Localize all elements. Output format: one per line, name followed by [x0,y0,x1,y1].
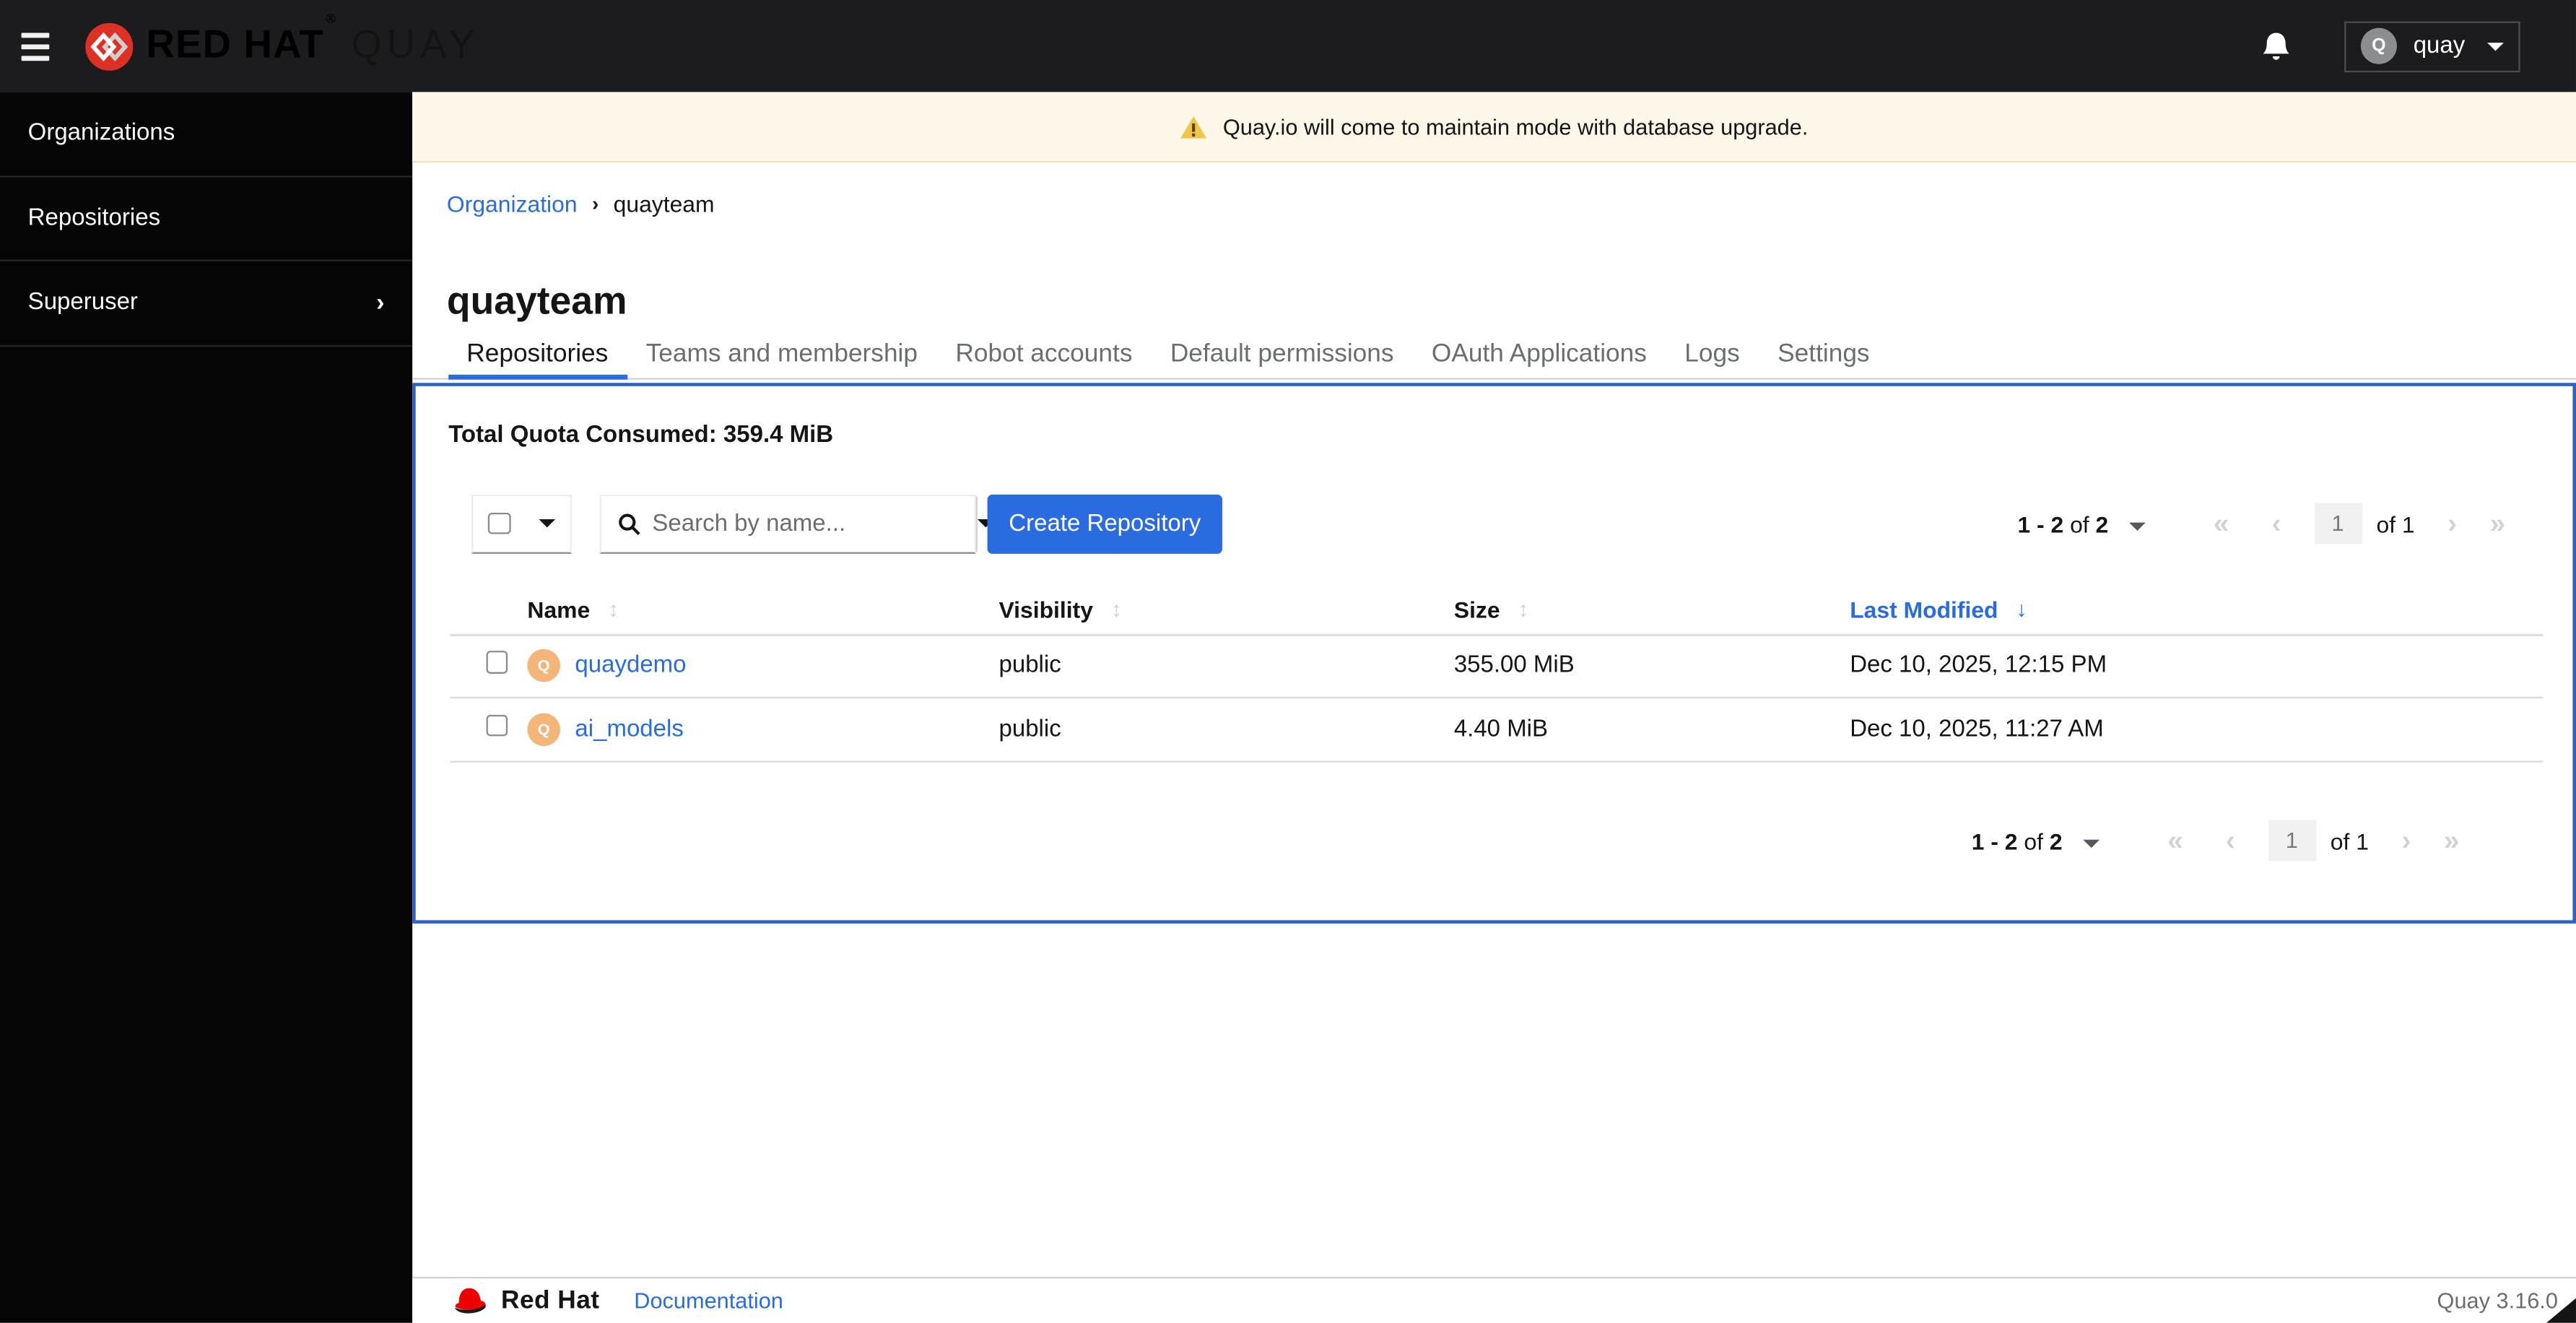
page-count: of 1 [2376,510,2415,537]
repo-visibility: public [998,653,1061,680]
chevron-down-icon [539,519,556,528]
search-input[interactable] [652,510,960,537]
repo-avatar: Q [527,649,560,683]
repo-visibility: public [998,716,1061,743]
sidebar-item-repositories[interactable]: Repositories [0,177,413,261]
sidebar: Organizations Repositories Superuser [0,92,413,1323]
previous-page-icon[interactable] [2272,509,2281,537]
chevron-down-icon [2084,838,2100,848]
breadcrumb-organization-link[interactable]: Organization [447,191,578,217]
tab-robot-accounts[interactable]: Robot accounts [936,332,1151,378]
current-page-input[interactable]: 1 [2314,503,2362,545]
footer: Red Hat Documentation Quay 3.16.0 [412,1277,2576,1323]
column-header-size[interactable]: Size [1454,596,1850,622]
sort-arrows-icon[interactable] [608,597,619,621]
previous-page-icon[interactable] [2226,827,2235,855]
table-row: Q quaydemo public 355.00 MiB Dec 10, 202… [450,635,2544,699]
breadcrumb-current: quayteam [613,190,715,217]
sort-descending-icon[interactable] [2016,597,2027,621]
next-page-icon[interactable] [2447,509,2457,537]
tab-settings[interactable]: Settings [1759,332,1889,378]
column-header-visibility[interactable]: Visibility [999,596,1454,622]
repo-last-modified: Dec 10, 2025, 11:27 AM [1850,716,2104,743]
per-page-menu-toggle[interactable] [2129,508,2146,538]
masthead-right: Q quay [2262,20,2520,71]
redhat-wordmark: Red Hat [501,1285,600,1314]
org-tabs: Repositories Teams and membership Robot … [412,332,2576,380]
current-page-input[interactable]: 1 [2268,820,2316,862]
redhat-fedora-icon [455,1288,486,1314]
sidebar-item-organizations[interactable]: Organizations [0,92,413,177]
table-row: Q ai_models public 4.40 MiB Dec 10, 2025… [450,699,2544,763]
breadcrumb-chevron-icon [592,192,599,215]
maintenance-banner: Quay.io will come to maintain mode with … [412,92,2576,163]
search-box[interactable] [601,495,976,551]
chevron-right-icon [376,290,384,315]
quota-consumed: Total Quota Consumed: 359.4 MiB [448,421,834,448]
nav-menu-toggle-icon[interactable] [21,32,51,61]
notifications-bell-icon[interactable] [2262,30,2290,61]
user-avatar: Q [2360,27,2397,64]
repositories-table: Name Visibility Size Last Modified [450,584,2544,763]
masthead: RED HAT® QUAY Q quay [0,0,2576,92]
tab-teams-and-membership[interactable]: Teams and membership [627,332,936,378]
repo-avatar: Q [527,713,560,747]
pagination-top: 1 - 2 of 2 1 of 1 [2017,494,2505,553]
page-title: quayteam [446,279,627,322]
next-page-icon[interactable] [2401,827,2411,855]
registered-mark: ® [326,11,337,27]
chevron-down-icon [2129,521,2146,530]
chevron-down-icon [2487,42,2504,51]
breadcrumb: Organization quayteam [447,191,715,217]
tab-logs[interactable]: Logs [1666,332,1759,378]
table-header-row: Name Visibility Size Last Modified [450,584,2544,636]
sort-arrows-icon[interactable] [1518,597,1529,621]
repo-size: 4.40 MiB [1453,716,1549,743]
brand-logo[interactable]: RED HAT® QUAY [85,11,480,70]
brand-redhat-text: RED HAT® [146,11,337,68]
repositories-panel: Total Quota Consumed: 359.4 MiB Create R… [412,382,2576,923]
sidebar-item-superuser[interactable]: Superuser [0,261,413,346]
row-checkbox[interactable] [485,714,508,737]
repo-link-quaydemo[interactable]: quaydemo [575,653,686,679]
user-menu[interactable]: Q quay [2344,20,2520,71]
create-repository-button[interactable]: Create Repository [987,493,1222,553]
page-count: of 1 [2330,827,2369,854]
tab-default-permissions[interactable]: Default permissions [1152,332,1413,378]
search-icon [619,513,640,534]
first-page-icon[interactable] [2214,509,2229,537]
row-checkbox[interactable] [485,651,508,674]
column-header-last-modified[interactable]: Last Modified [1850,596,2543,622]
search-control [599,493,994,553]
user-name: quay [2413,32,2466,59]
column-header-name[interactable]: Name [527,596,998,622]
repo-link-ai-models[interactable]: ai_models [575,717,683,743]
repo-size: 355.00 MiB [1453,653,1575,680]
per-page-menu-toggle[interactable] [2084,825,2100,855]
sort-arrows-icon[interactable] [1111,597,1122,621]
brand-product-text: QUAY [351,22,480,68]
pagination-range: 1 - 2 of 2 [1971,827,2063,854]
warning-triangle-icon [1181,115,1208,138]
window-corner-gripper [2546,1298,2576,1323]
tab-oauth-applications[interactable]: OAuth Applications [1413,332,1666,378]
redhat-footer-logo[interactable]: Red Hat [447,1285,600,1317]
bulk-select-dropdown[interactable] [471,493,572,553]
repo-last-modified: Dec 10, 2025, 12:15 PM [1850,653,2107,680]
last-page-icon[interactable] [2490,509,2506,537]
documentation-link[interactable]: Documentation [634,1288,783,1313]
last-page-icon[interactable] [2444,827,2460,855]
bulk-select-checkbox[interactable] [487,512,510,535]
quay-app-screen: RED HAT® QUAY Q quay Organizations Repos… [0,0,2576,1323]
quay-gem-icon [85,22,134,70]
tab-repositories[interactable]: Repositories [448,332,627,380]
pagination-bottom: 1 - 2 of 2 1 of 1 [1972,811,2460,870]
app-version: Quay 3.16.0 [2437,1288,2558,1314]
pagination-range: 1 - 2 of 2 [2017,510,2109,537]
banner-message: Quay.io will come to maintain mode with … [1222,114,1809,139]
first-page-icon[interactable] [2167,827,2183,855]
